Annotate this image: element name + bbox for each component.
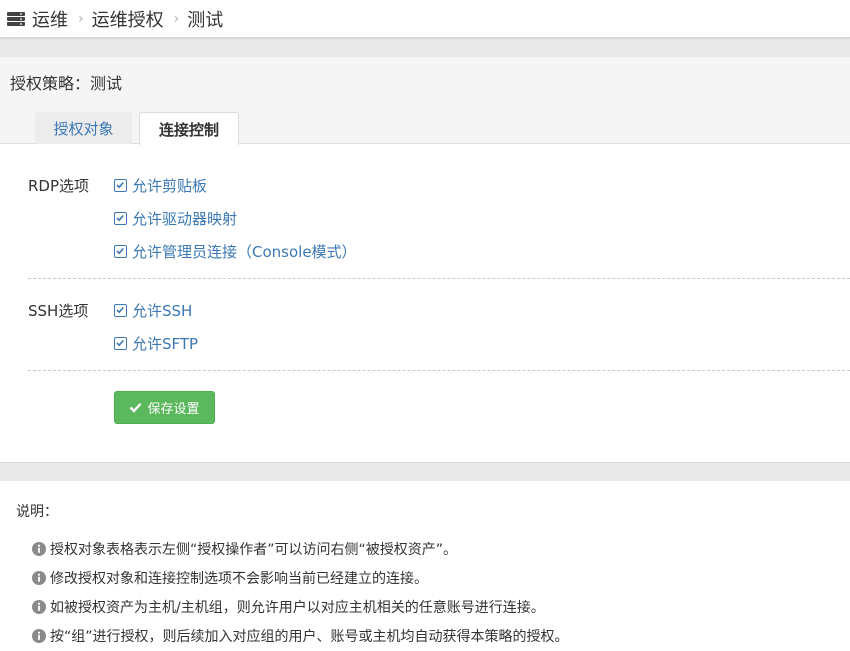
note-text: 授权对象表格表示左侧“授权操作者”可以访问右侧“被授权资产”。	[50, 542, 458, 558]
notes-title: 说明：	[16, 504, 58, 520]
page-title: 授权策略：测试	[10, 74, 123, 93]
ssh-allow-label: 允许SSH	[132, 302, 193, 320]
tab-auth-objects[interactable]: 授权对象	[35, 112, 132, 144]
note-item: 授权对象表格表示左侧“授权操作者”可以访问右侧“被授权资产”。	[32, 539, 457, 559]
checkbox-checked-icon	[114, 212, 127, 225]
info-icon	[32, 600, 46, 614]
rdp-clipboard-checkbox[interactable]: 允许剪贴板	[114, 175, 207, 196]
chevron-right-icon: ›	[173, 10, 180, 27]
rdp-drive-mapping-checkbox[interactable]: 允许驱动器映射	[114, 208, 237, 229]
sftp-allow-checkbox[interactable]: 允许SFTP	[114, 333, 198, 354]
checkbox-checked-icon	[114, 179, 127, 192]
breadcrumb-item-current: 测试	[187, 9, 224, 31]
rdp-drive-mapping-label: 允许驱动器映射	[132, 210, 238, 228]
rdp-section-label: RDP选项	[28, 177, 90, 195]
rdp-clipboard-label: 允许剪贴板	[132, 177, 208, 195]
server-icon	[6, 11, 26, 27]
note-item: 修改授权对象和连接控制选项不会影响当前已经建立的连接。	[32, 568, 428, 588]
ssh-section-label: SSH选项	[28, 302, 89, 320]
save-settings-label: 保存设置	[147, 402, 200, 417]
rdp-console-label: 允许管理员连接（Console模式）	[132, 243, 357, 261]
breadcrumb: 运维 › 运维授权 › 测试	[0, 0, 850, 38]
info-icon	[32, 629, 46, 643]
rdp-console-checkbox[interactable]: 允许管理员连接（Console模式）	[114, 241, 357, 262]
save-settings-button[interactable]: 保存设置	[114, 391, 215, 424]
note-text: 修改授权对象和连接控制选项不会影响当前已经建立的连接。	[50, 571, 428, 587]
section-divider	[28, 278, 850, 279]
section-divider	[28, 370, 850, 371]
checkbox-checked-icon	[114, 337, 127, 350]
checkbox-checked-icon	[114, 245, 127, 258]
note-item: 按“组”进行授权，则后续加入对应组的用户、账号或主机均自动获得本策略的授权。	[32, 626, 569, 646]
tab-connection-control[interactable]: 连接控制	[139, 112, 239, 145]
info-icon	[32, 542, 46, 556]
breadcrumb-item-ops-auth[interactable]: 运维授权	[92, 6, 164, 32]
note-text: 按“组”进行授权，则后续加入对应组的用户、账号或主机均自动获得本策略的授权。	[50, 629, 569, 645]
note-item: 如被授权资产为主机/主机组，则允许用户以对应主机相关的任意账号进行连接。	[32, 597, 545, 617]
info-icon	[32, 571, 46, 585]
breadcrumb-item-ops[interactable]: 运维	[32, 6, 68, 32]
check-icon	[129, 402, 142, 413]
note-text: 如被授权资产为主机/主机组，则允许用户以对应主机相关的任意账号进行连接。	[50, 600, 545, 616]
sftp-allow-label: 允许SFTP	[132, 335, 199, 353]
ssh-allow-checkbox[interactable]: 允许SSH	[114, 300, 192, 321]
chevron-right-icon: ›	[78, 10, 84, 27]
checkbox-checked-icon	[114, 304, 127, 317]
